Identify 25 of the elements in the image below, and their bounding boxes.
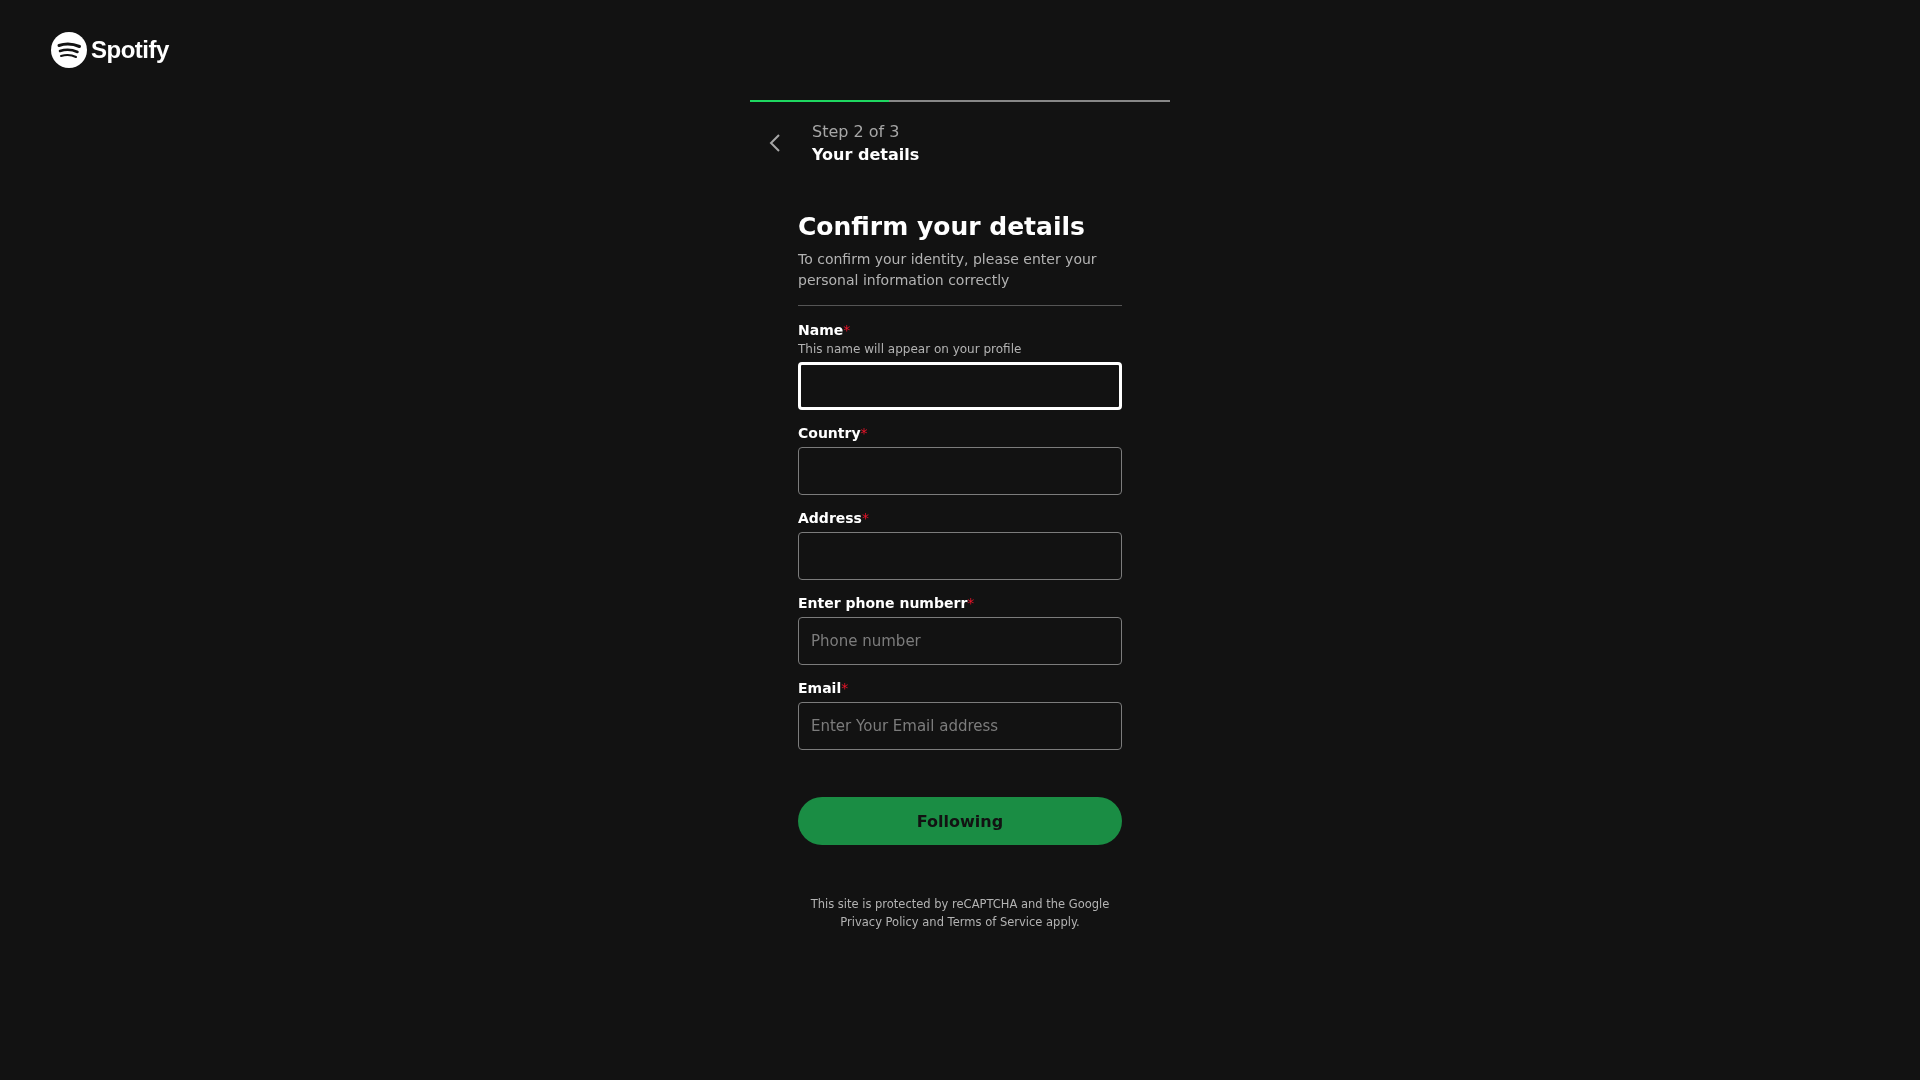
input-field[interactable] (798, 532, 1122, 580)
field-label: Enter phone numberr (798, 595, 968, 611)
field-label: Country (798, 425, 861, 441)
chevron-left-icon (769, 133, 781, 153)
input-field[interactable]: Enter Your Email address (798, 702, 1122, 750)
required-mark: * (843, 322, 851, 338)
field-label: Email (798, 680, 842, 696)
legal-text: This site is protected by reCAPTCHA and the Google (810, 896, 1110, 913)
step-title: Your details (812, 145, 920, 164)
input-field[interactable]: Phone number (798, 617, 1122, 665)
logo-icon (51, 32, 87, 68)
field-label: Name (798, 322, 844, 338)
form-description: To confirm your identity, please enter your personal information correctly (798, 250, 1098, 290)
field-label: Address (798, 510, 862, 526)
input-field[interactable] (798, 447, 1122, 495)
required-mark: * (967, 595, 975, 611)
legal-text: Privacy Policy and Terms of Service apply. (840, 914, 1080, 931)
submit-button[interactable]: Following (798, 797, 1122, 845)
brand-name: Spotify (91, 36, 169, 64)
step-counter: Step 2 of 3 (812, 122, 901, 141)
required-mark: * (861, 510, 869, 526)
required-mark: * (841, 680, 849, 696)
field-hint: This name will appear on your profile (798, 342, 1023, 356)
form-heading: Confirm your details (798, 212, 1086, 241)
required-mark: * (860, 425, 868, 441)
